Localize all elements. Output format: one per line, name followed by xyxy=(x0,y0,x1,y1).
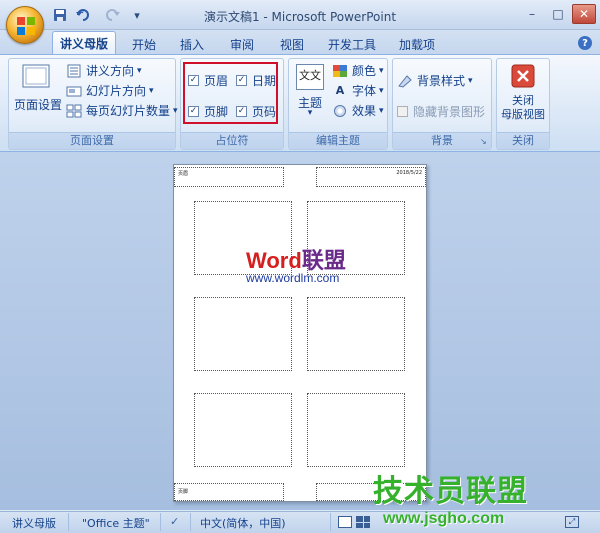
background-styles-label: 背景样式 xyxy=(417,74,466,88)
footer-placeholder-text: 页脚 xyxy=(178,489,189,495)
background-styles-button[interactable]: 背景样式 ▾ xyxy=(397,72,473,89)
slide-placeholder[interactable] xyxy=(194,393,292,467)
slide-placeholder[interactable] xyxy=(307,297,405,371)
colors-icon xyxy=(333,64,347,77)
slides-per-page-label: 每页幻灯片数量 xyxy=(86,104,171,118)
header-placeholder-text: 页眉 xyxy=(178,171,189,177)
dropdown-arrow-icon: ▾ xyxy=(149,85,154,96)
hide-background-graphics-checkbox[interactable]: ✓ 隐藏背景图形 xyxy=(397,103,485,120)
close-master-view-button[interactable]: 关闭 母版视图 xyxy=(498,62,548,124)
date-placeholder-text: 2018/5/22 xyxy=(396,170,422,176)
fit-to-window-icon[interactable]: ⤢ xyxy=(565,516,579,528)
dropdown-arrow-icon: ▾ xyxy=(379,85,384,96)
watermark-word: Word xyxy=(246,248,302,273)
office-button[interactable] xyxy=(6,6,44,44)
themes-button[interactable]: 文文 主题 ▾ xyxy=(292,62,328,120)
fonts-label: 字体 xyxy=(352,84,377,98)
slides-per-page-button[interactable]: 每页幻灯片数量 ▾ xyxy=(66,102,178,119)
tab-view[interactable]: 视图 xyxy=(272,34,312,54)
dropdown-arrow-icon: ▾ xyxy=(137,65,142,76)
wordlm-url-watermark: www.wordlm.com xyxy=(246,271,340,285)
maximize-button[interactable]: □ xyxy=(546,4,570,24)
handout-orientation-icon xyxy=(67,64,81,77)
status-view-name: 讲义母版 xyxy=(12,517,56,530)
status-separator xyxy=(160,513,161,531)
dropdown-arrow-icon: ▾ xyxy=(379,65,384,76)
group-label-page-setup: 页面设置 xyxy=(9,132,175,149)
slide-orientation-label: 幻灯片方向 xyxy=(86,84,147,98)
office-logo-icon xyxy=(17,17,35,35)
handout-orientation-label: 讲义方向 xyxy=(86,64,135,78)
fonts-icon: A xyxy=(335,83,345,97)
dropdown-arrow-icon: ▾ xyxy=(173,105,178,116)
close-master-icon xyxy=(511,64,535,88)
tab-add-ins[interactable]: 加载项 xyxy=(392,34,442,54)
theme-icon: 文文 xyxy=(296,64,324,90)
status-separator xyxy=(190,513,191,531)
colors-label: 颜色 xyxy=(352,64,377,78)
group-label-close: 关闭 xyxy=(497,132,549,149)
dropdown-arrow-icon: ▾ xyxy=(468,75,473,86)
effects-button[interactable]: 效果 ▾ xyxy=(332,102,384,119)
handout-master-page[interactable]: 页眉 2018/5/22 页脚 xyxy=(173,164,427,502)
page-setup-button[interactable]: 页面设置 xyxy=(14,62,63,122)
highlight-box xyxy=(183,62,278,124)
hide-background-graphics-label: 隐藏背景图形 xyxy=(413,105,486,119)
slide-placeholder[interactable] xyxy=(307,393,405,467)
close-master-label-1: 关闭 xyxy=(512,94,534,107)
effects-icon xyxy=(334,104,346,117)
tab-handout-master[interactable]: 讲义母版 xyxy=(52,31,116,55)
close-master-label-2: 母版视图 xyxy=(501,108,545,121)
jsgho-badge xyxy=(383,470,423,510)
tab-developer[interactable]: 开发工具 xyxy=(322,34,382,54)
minimize-button[interactable]: – xyxy=(520,4,544,24)
checkbox-unchecked-icon: ✓ xyxy=(397,106,408,117)
page-setup-label: 页面设置 xyxy=(14,98,63,112)
spell-check-icon[interactable]: ✓ xyxy=(170,515,179,528)
date-placeholder[interactable]: 2018/5/22 xyxy=(316,167,426,187)
dropdown-arrow-icon: ▾ xyxy=(307,108,313,118)
slides-per-page-icon xyxy=(66,104,82,117)
header-placeholder[interactable]: 页眉 xyxy=(174,167,284,187)
tab-review[interactable]: 审阅 xyxy=(222,34,262,54)
tab-insert[interactable]: 插入 xyxy=(172,34,212,54)
tab-home[interactable]: 开始 xyxy=(124,34,164,54)
group-label-placeholders: 占位符 xyxy=(181,132,283,149)
footer-placeholder[interactable]: 页脚 xyxy=(174,483,284,501)
close-window-button[interactable]: ✕ xyxy=(572,4,596,24)
status-separator xyxy=(330,513,331,531)
page-setup-icon xyxy=(22,64,50,88)
group-label-edit-theme: 编辑主题 xyxy=(289,132,387,149)
help-icon[interactable]: ? xyxy=(578,36,592,50)
effects-label: 效果 xyxy=(352,104,377,118)
slide-orientation-button[interactable]: 幻灯片方向 ▾ xyxy=(66,82,154,99)
watermark-lianmeng: 联盟 xyxy=(301,248,346,273)
colors-button[interactable]: 颜色 ▾ xyxy=(332,62,384,79)
status-theme-name: "Office 主题" xyxy=(82,517,150,530)
status-language[interactable]: 中文(简体，中国) xyxy=(200,515,286,531)
group-label-background: 背景 xyxy=(393,132,491,149)
slide-placeholder[interactable] xyxy=(194,297,292,371)
window-title: 演示文稿1 - Microsoft PowerPoint xyxy=(203,10,397,24)
dropdown-arrow-icon: ▾ xyxy=(379,105,384,116)
jsgho-url-watermark: www.jsgho.com xyxy=(383,510,505,527)
handout-orientation-button[interactable]: 讲义方向 ▾ xyxy=(66,62,142,79)
background-styles-icon xyxy=(398,74,412,88)
slide-orientation-icon xyxy=(66,86,82,96)
status-separator xyxy=(68,513,69,531)
fonts-button[interactable]: A 字体 ▾ xyxy=(332,82,384,99)
normal-view-icon[interactable] xyxy=(338,516,352,528)
dialog-launcher-icon[interactable]: ↘ xyxy=(480,137,487,146)
slide-sorter-view-icon[interactable] xyxy=(356,516,370,528)
